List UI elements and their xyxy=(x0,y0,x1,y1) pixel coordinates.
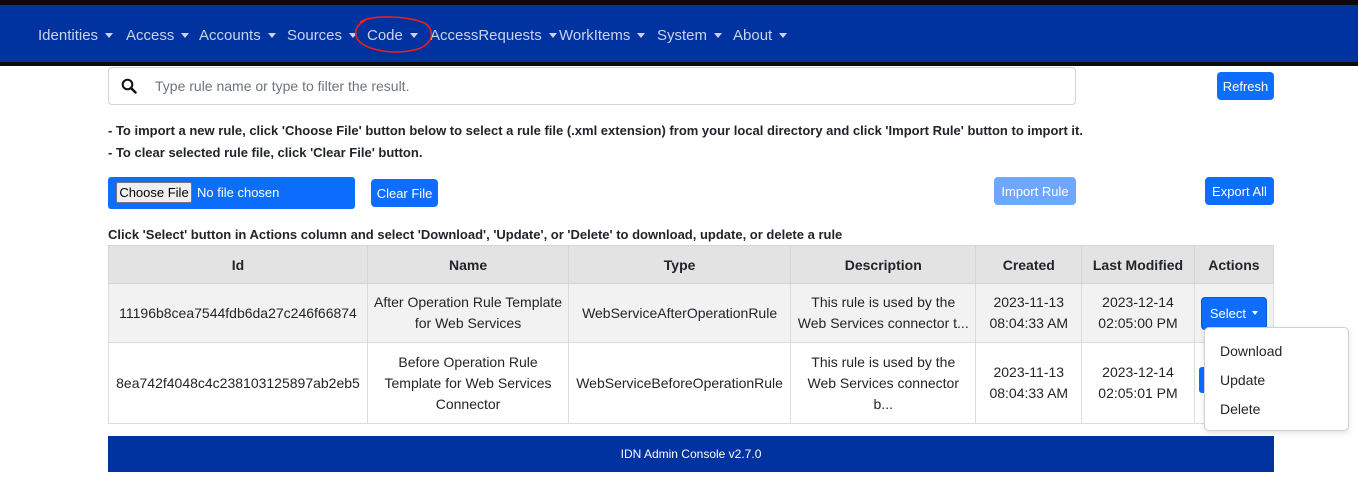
nav-label: Identities xyxy=(38,26,99,44)
search-box xyxy=(108,67,1076,105)
actions-dropdown-menu: Download Update Delete xyxy=(1204,327,1349,431)
column-header: Last Modified xyxy=(1081,245,1195,284)
table-header-row: Id Name Type Description Created Last Mo… xyxy=(108,245,1275,284)
dropdown-item-delete[interactable]: Delete xyxy=(1220,401,1260,417)
annotation-circle xyxy=(354,16,433,53)
nav-label: System xyxy=(657,26,708,44)
nav-accounts[interactable]: Accounts xyxy=(199,25,276,45)
cell-type: WebServiceAfterOperationRule xyxy=(568,283,792,343)
cell-description: This rule is used by the Web Services co… xyxy=(790,283,977,343)
nav-system[interactable]: System xyxy=(657,25,723,45)
column-header: Created xyxy=(975,245,1083,284)
nav-sources[interactable]: Sources xyxy=(287,25,358,45)
cell-id: 8ea742f4048c4c238103125897ab2eb5 xyxy=(108,342,368,424)
nav-label: WorkItems xyxy=(559,26,631,44)
nav-about[interactable]: About xyxy=(733,25,788,45)
nav-label: Sources xyxy=(287,26,343,44)
table-row: 8ea742f4048c4c238103125897ab2eb5 Before … xyxy=(108,342,1275,424)
cell-created: 2023-11-13 08:04:33 AM xyxy=(975,283,1083,343)
column-header: Id xyxy=(108,245,368,284)
rules-table: Id Name Type Description Created Last Mo… xyxy=(108,245,1275,424)
select-action-button[interactable]: Select xyxy=(1200,296,1267,330)
caret-down-icon xyxy=(1251,311,1258,315)
cell-modified: 2023-12-14 02:05:01 PM xyxy=(1081,342,1195,424)
column-header: Type xyxy=(568,245,792,284)
cell-description: This rule is used by the Web Services co… xyxy=(790,342,977,424)
nav-label: Accounts xyxy=(199,26,261,44)
file-status: No file chosen xyxy=(197,185,280,200)
refresh-button[interactable]: Refresh xyxy=(1217,72,1274,100)
search-icon xyxy=(121,78,137,94)
nav-accessrequests[interactable]: AccessRequests xyxy=(430,25,557,45)
caret-down-icon xyxy=(779,32,788,38)
caret-down-icon xyxy=(267,32,276,38)
caret-down-icon xyxy=(181,32,190,38)
table-hint: Click 'Select' button in Actions column … xyxy=(108,227,843,242)
column-header: Name xyxy=(366,245,570,284)
cell-modified: 2023-12-14 02:05:00 PM xyxy=(1081,283,1195,343)
cell-id: 11196b8cea7544fdb6da27c246f66874 xyxy=(108,283,368,343)
import-instruction: - To import a new rule, click 'Choose Fi… xyxy=(108,123,1083,138)
nav-label: Access xyxy=(126,26,175,44)
column-header: Description xyxy=(790,245,977,284)
cell-created: 2023-11-13 08:04:33 AM xyxy=(975,342,1083,424)
nav-workitems[interactable]: WorkItems xyxy=(559,25,646,45)
caret-down-icon xyxy=(105,32,114,38)
caret-down-icon xyxy=(637,32,646,38)
nav-label: About xyxy=(733,26,773,44)
search-input[interactable] xyxy=(153,69,1057,103)
clear-instruction: - To clear selected rule file, click 'Cl… xyxy=(108,145,423,160)
nav-access[interactable]: Access xyxy=(126,25,190,45)
cell-name: After Operation Rule Template for Web Se… xyxy=(366,283,570,343)
choose-file-button[interactable]: Choose File xyxy=(116,182,192,203)
export-all-button[interactable]: Export All xyxy=(1205,177,1274,205)
cell-type: WebServiceBeforeOperationRule xyxy=(568,342,792,424)
column-header: Actions xyxy=(1193,245,1275,284)
file-input[interactable]: Choose File No file chosen xyxy=(108,177,355,209)
main-navbar: Identities Access Accounts Sources Code … xyxy=(0,5,1358,66)
table-row: 11196b8cea7544fdb6da27c246f66874 After O… xyxy=(108,283,1275,343)
footer: IDN Admin Console v2.7.0 xyxy=(108,436,1274,472)
dropdown-item-download[interactable]: Download xyxy=(1220,343,1282,359)
select-label: Select xyxy=(1209,305,1246,321)
import-rule-button[interactable]: Import Rule xyxy=(994,177,1076,205)
nav-label: AccessRequests xyxy=(430,26,542,44)
caret-down-icon xyxy=(548,32,557,38)
clear-file-button[interactable]: Clear File xyxy=(371,179,438,207)
footer-text: IDN Admin Console v2.7.0 xyxy=(620,447,762,461)
dropdown-item-update[interactable]: Update xyxy=(1220,372,1265,388)
caret-down-icon xyxy=(714,32,723,38)
nav-identities[interactable]: Identities xyxy=(38,25,114,45)
cell-name: Before Operation Rule Template for Web S… xyxy=(366,342,570,424)
